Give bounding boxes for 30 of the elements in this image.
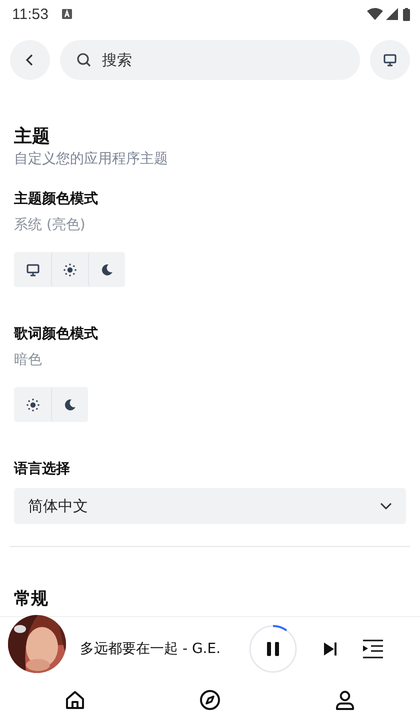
status-time: 11:53 [12, 6, 48, 22]
setting-label: 主题颜色模式 [14, 190, 99, 208]
sun-icon [63, 262, 77, 276]
home-icon[interactable] [64, 689, 86, 711]
section-title: 主题 [14, 125, 51, 148]
display-button[interactable] [370, 40, 410, 80]
monitor-icon [383, 53, 397, 67]
setting-label: 歌词颜色模式 [14, 325, 99, 343]
next-button[interactable] [322, 641, 338, 657]
signal-icon [386, 8, 398, 20]
queue-button[interactable] [362, 639, 384, 659]
moon-icon [63, 398, 77, 412]
user-icon[interactable] [334, 689, 356, 711]
chevron-down-icon [380, 502, 392, 510]
setting-label: 语言选择 [14, 460, 71, 478]
compass-icon[interactable] [198, 689, 221, 711]
moon-icon [100, 262, 114, 276]
section-title: 常规 [14, 588, 49, 610]
monitor-icon [26, 262, 40, 276]
notification-icon [62, 9, 72, 19]
song-title: 多远都要在一起 - G.E. [80, 640, 222, 658]
sun-icon [26, 398, 40, 412]
language-dropdown[interactable]: 简体中文 [14, 488, 406, 524]
section-subtitle: 自定义您的应用程序主题 [14, 150, 169, 168]
setting-value: 暗色 [14, 351, 43, 369]
search-field[interactable]: 搜索 [60, 40, 360, 80]
setting-value: 系统 (亮色) [14, 216, 86, 234]
wifi-icon [367, 8, 383, 20]
battery-icon [403, 8, 410, 20]
pause-button[interactable] [248, 624, 298, 674]
